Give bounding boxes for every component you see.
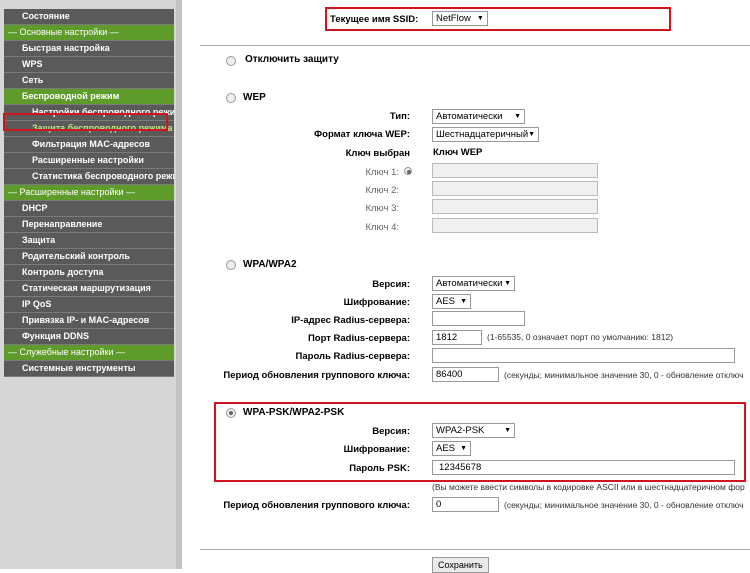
wpa-encryption-label: Шифрование: xyxy=(343,297,410,308)
wep-key1-label: Ключ 1: xyxy=(365,167,399,178)
disable-security-label: Отключить защиту xyxy=(245,54,339,65)
wep-key1-input[interactable] xyxy=(432,163,598,178)
psk-version-select[interactable]: WPA2-PSK ▼ xyxy=(432,423,515,438)
radius-port-label: Порт Radius-сервера: xyxy=(307,333,410,344)
radius-port-input[interactable]: 1812 xyxy=(432,330,482,345)
wep-key3-label: Ключ 3: xyxy=(365,203,399,214)
wep-type-select[interactable]: Автоматически ▼ xyxy=(432,109,525,124)
sidebar: Состояние — Основные настройки — Быстрая… xyxy=(0,0,182,569)
divider xyxy=(200,549,750,550)
sidebar-item-wireless[interactable]: Беспроводной режим xyxy=(4,89,174,105)
radius-ip-input[interactable] xyxy=(432,311,525,326)
psk-version-value: WPA2-PSK xyxy=(436,425,485,436)
wep-key4-label: Ключ 4: xyxy=(365,222,399,233)
sidebar-item-wps[interactable]: WPS xyxy=(4,57,174,73)
sidebar-item-wireless-statistics[interactable]: Статистика беспроводного режима xyxy=(4,169,174,185)
psk-encryption-select[interactable]: AES ▼ xyxy=(432,441,471,456)
wpa-version-label: Версия: xyxy=(372,279,410,290)
wep-key1-radio[interactable] xyxy=(404,167,412,175)
divider xyxy=(200,45,750,46)
psk-password-input[interactable]: 12345678 xyxy=(432,460,735,475)
wep-format-label: Формат ключа WEP: xyxy=(314,129,410,140)
wep-title: WEP xyxy=(243,92,266,103)
wpa-encryption-value: AES xyxy=(436,296,456,307)
wep-format-value: Шестнадцатеричный xyxy=(436,129,529,140)
chevron-down-icon: ▼ xyxy=(514,113,521,120)
sidebar-item-forwarding[interactable]: Перенаправление xyxy=(4,217,174,233)
save-button[interactable]: Сохранить xyxy=(432,557,489,573)
wpa-group-key-label: Период обновления группового ключа: xyxy=(223,370,410,381)
radius-password-label: Пароль Radius-сервера: xyxy=(295,351,410,362)
sidebar-item-wireless-advanced[interactable]: Расширенные настройки xyxy=(4,153,174,169)
sidebar-item-static-routing[interactable]: Статическая маршрутизация xyxy=(4,281,174,297)
chevron-down-icon: ▼ xyxy=(504,280,511,287)
psk-version-label: Версия: xyxy=(372,426,410,437)
wpa-version-select[interactable]: Автоматически ▼ xyxy=(432,276,515,291)
wep-format-select[interactable]: Шестнадцатеричный ▼ xyxy=(432,127,539,142)
sidebar-item-ip-mac-binding[interactable]: Привязка IP- и MAC-адресов xyxy=(4,313,174,329)
disable-security-radio[interactable] xyxy=(226,56,236,66)
ssid-select[interactable]: NetFlow ▼ xyxy=(432,11,488,26)
sidebar-item-access-control[interactable]: Контроль доступа xyxy=(4,265,174,281)
psk-encryption-label: Шифрование: xyxy=(343,444,410,455)
wep-radio[interactable] xyxy=(226,93,236,103)
ssid-label: Текущее имя SSID: xyxy=(330,14,419,25)
wep-type-label: Тип: xyxy=(389,111,410,122)
sidebar-item-ddns[interactable]: Функция DDNS xyxy=(4,329,174,345)
sidebar-item-network[interactable]: Сеть xyxy=(4,73,174,89)
sidebar-menu: Состояние — Основные настройки — Быстрая… xyxy=(4,9,174,377)
wpa-encryption-select[interactable]: AES ▼ xyxy=(432,294,471,309)
chevron-down-icon: ▼ xyxy=(460,445,467,452)
psk-password-label: Пароль PSK: xyxy=(349,463,410,474)
wep-key2-label: Ключ 2: xyxy=(365,185,399,196)
psk-encryption-value: AES xyxy=(436,443,456,454)
psk-group-key-label: Период обновления группового ключа: xyxy=(223,500,410,511)
radius-port-note: (1-65535, 0 означает порт по умолчанию: … xyxy=(487,332,674,342)
psk-radio[interactable] xyxy=(226,408,236,418)
sidebar-item-dhcp[interactable]: DHCP xyxy=(4,201,174,217)
wep-key3-input[interactable] xyxy=(432,199,598,214)
wep-key4-input[interactable] xyxy=(432,218,598,233)
ssid-value: NetFlow xyxy=(436,13,471,24)
psk-group-key-note: (секунды; минимальное значение 30, 0 - о… xyxy=(504,500,744,510)
main-content: Текущее имя SSID: NetFlow ▼ Отключить защ… xyxy=(182,0,750,573)
psk-password-note: (Вы можете ввести символы в кодировке AS… xyxy=(432,482,745,492)
psk-group-key-input[interactable]: 0 xyxy=(432,497,499,512)
sidebar-section-system: — Служебные настройки — xyxy=(4,345,174,361)
wpa-group-key-note: (секунды; минимальное значение 30, 0 - о… xyxy=(504,370,744,380)
chevron-down-icon: ▼ xyxy=(460,298,467,305)
sidebar-item-status[interactable]: Состояние xyxy=(4,9,174,25)
sidebar-highlight xyxy=(3,113,168,131)
chevron-down-icon: ▼ xyxy=(504,427,511,434)
wpa-group-key-input[interactable]: 86400 xyxy=(432,367,499,382)
wpa-radio[interactable] xyxy=(226,260,236,270)
wpa-title: WPA/WPA2 xyxy=(243,259,297,270)
sidebar-section-advanced: — Расширенные настройки — xyxy=(4,185,174,201)
wep-key2-input[interactable] xyxy=(432,181,598,196)
chevron-down-icon: ▼ xyxy=(528,131,535,138)
sidebar-item-system-tools[interactable]: Системные инструменты xyxy=(4,361,174,377)
sidebar-item-security[interactable]: Защита xyxy=(4,233,174,249)
radius-password-input[interactable] xyxy=(432,348,735,363)
sidebar-item-quick-setup[interactable]: Быстрая настройка xyxy=(4,41,174,57)
sidebar-item-parental-control[interactable]: Родительский контроль xyxy=(4,249,174,265)
sidebar-item-ip-qos[interactable]: IP QoS xyxy=(4,297,174,313)
radius-ip-label: IP-адрес Radius-сервера: xyxy=(291,315,410,326)
wep-type-value: Автоматически xyxy=(436,111,503,122)
wep-selected-label: Ключ выбран xyxy=(345,148,410,159)
wep-key-header: Ключ WEP xyxy=(433,147,483,158)
sidebar-item-mac-filtering[interactable]: Фильтрация MAC-адресов xyxy=(4,137,174,153)
wpa-version-value: Автоматически xyxy=(436,278,503,289)
sidebar-section-basic: — Основные настройки — xyxy=(4,25,174,41)
chevron-down-icon: ▼ xyxy=(476,15,484,22)
psk-title: WPA-PSK/WPA2-PSK xyxy=(243,407,345,418)
